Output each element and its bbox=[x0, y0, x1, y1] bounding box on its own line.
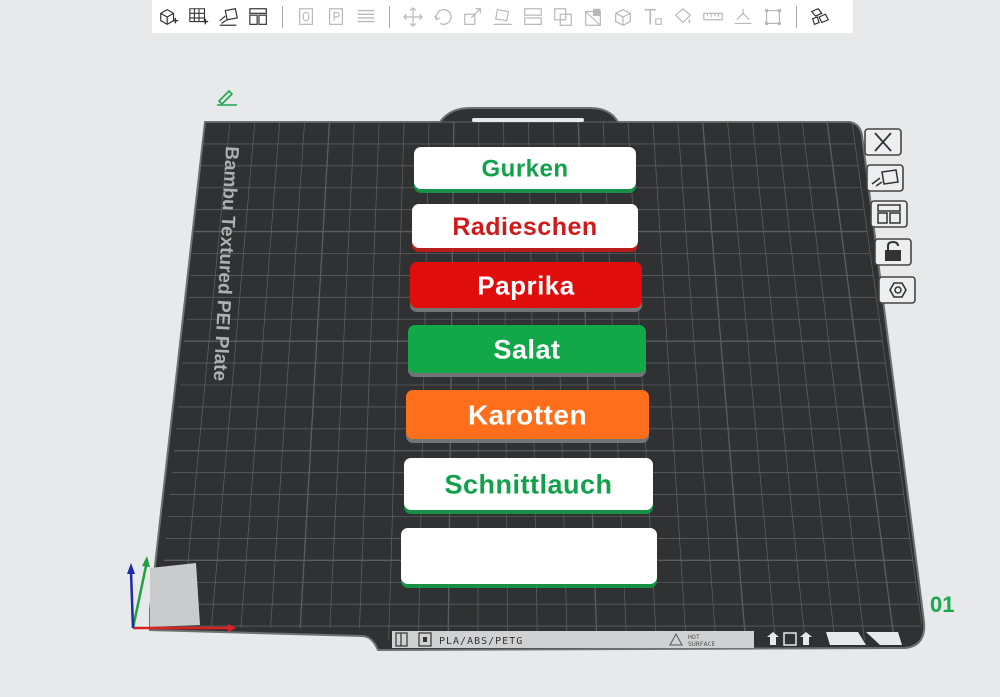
label-object[interactable]: Paprika bbox=[410, 262, 642, 312]
label-face bbox=[401, 528, 657, 584]
auto-orient-icon bbox=[866, 164, 904, 192]
delete-plate-button[interactable] bbox=[864, 128, 902, 156]
label-text: Radieschen bbox=[452, 213, 597, 241]
label-object[interactable]: Karotten bbox=[406, 390, 649, 443]
auto-orient-plate-button[interactable] bbox=[866, 164, 904, 192]
label-text: Paprika bbox=[477, 270, 574, 300]
plate-number: 01 bbox=[930, 592, 955, 617]
lock-plate-button[interactable] bbox=[874, 238, 912, 266]
unlock-icon bbox=[874, 238, 912, 266]
label-object[interactable]: Radieschen bbox=[412, 204, 638, 252]
label-object[interactable]: Gurken bbox=[414, 147, 636, 193]
label-object[interactable]: Salat bbox=[408, 325, 646, 377]
label-text: Gurken bbox=[481, 156, 568, 183]
label-text: Karotten bbox=[468, 400, 587, 431]
hot-surface-line2: SURFACE bbox=[688, 640, 715, 648]
label-object[interactable]: Schnittlauch bbox=[404, 458, 653, 514]
close-icon bbox=[864, 128, 902, 156]
hexagon-settings-icon bbox=[878, 276, 916, 304]
plate-handle bbox=[472, 118, 584, 122]
material-text: PLA/ABS/PETG bbox=[439, 636, 523, 647]
label-object[interactable] bbox=[401, 528, 657, 588]
plate-settings-button[interactable] bbox=[878, 276, 916, 304]
label-text: Salat bbox=[493, 335, 560, 365]
build-plate-viewport[interactable]: Bambu Textured PEI Plate PLA/ABS/PETG HO… bbox=[0, 0, 1000, 697]
arrange-icon bbox=[870, 200, 908, 228]
label-text: Schnittlauch bbox=[444, 470, 612, 500]
arrange-plate-button[interactable] bbox=[870, 200, 908, 228]
origin-corner-block bbox=[150, 563, 200, 627]
